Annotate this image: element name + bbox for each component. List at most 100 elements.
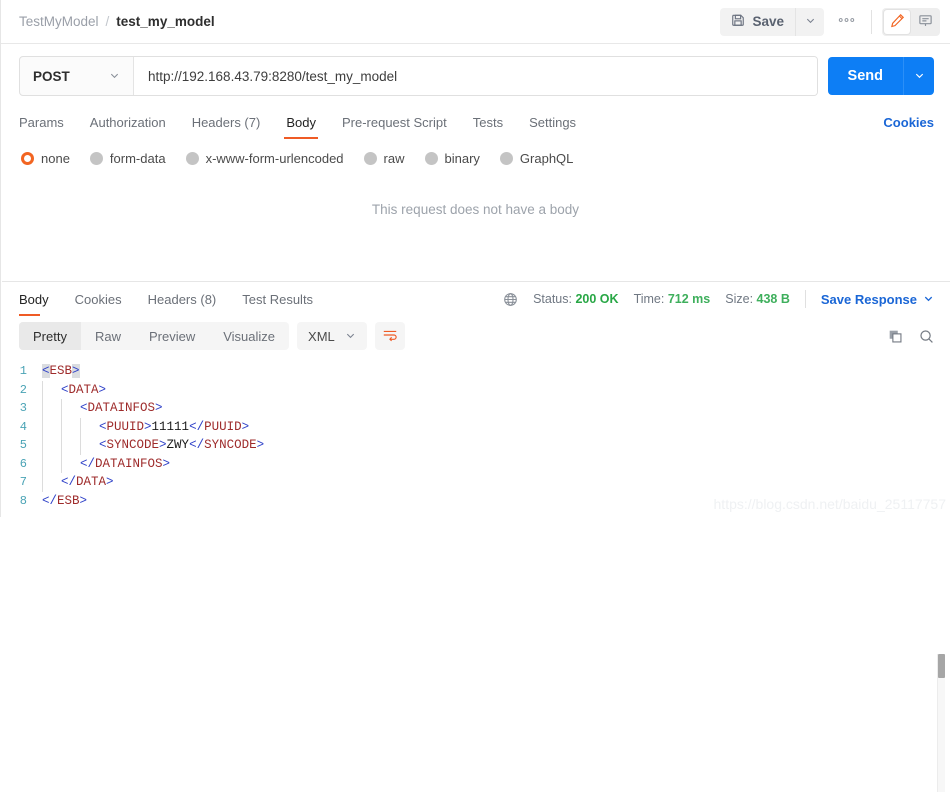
time-label: Time: bbox=[633, 292, 665, 306]
code-line: 6 </DATAINFOS> bbox=[2, 454, 950, 474]
method-label: POST bbox=[33, 68, 70, 84]
breadcrumb-separator: / bbox=[105, 14, 110, 29]
meta-divider bbox=[804, 290, 806, 308]
body-type-options: none form-data x-www-form-urlencoded raw… bbox=[1, 139, 950, 176]
response-tab-cookies[interactable]: Cookies bbox=[62, 283, 135, 316]
indent-guide bbox=[42, 454, 52, 473]
view-raw[interactable]: Raw bbox=[81, 322, 135, 350]
code-token: DATAINFOS bbox=[87, 401, 156, 415]
postman-window: TestMyModel / test_my_model Save POST ht… bbox=[0, 0, 950, 792]
globe-icon[interactable] bbox=[503, 292, 518, 307]
code-token: > bbox=[256, 438, 265, 452]
tab-tests[interactable]: Tests bbox=[460, 106, 516, 139]
response-tabs-row: Body Cookies Headers (8) Test Results St… bbox=[2, 282, 950, 316]
body-type-form-data[interactable]: form-data bbox=[89, 151, 166, 166]
breadcrumb-request-name[interactable]: test_my_model bbox=[116, 14, 214, 29]
code-line: 3 <DATAINFOS> bbox=[2, 399, 950, 418]
radio-icon bbox=[499, 152, 513, 165]
view-mode-segment: Pretty Raw Preview Visualize bbox=[19, 322, 290, 350]
body-type-none[interactable]: none bbox=[21, 151, 70, 166]
url-input[interactable]: http://192.168.43.79:8280/test_my_model bbox=[134, 57, 817, 95]
scrollbar-thumb[interactable] bbox=[938, 654, 945, 678]
code-line: 4 <PUUID>11111</PUUID> bbox=[2, 417, 950, 437]
url-input-group: POST http://192.168.43.79:8280/test_my_m… bbox=[19, 56, 818, 96]
tab-headers[interactable]: Headers (7) bbox=[179, 106, 274, 139]
tab-authorization[interactable]: Authorization bbox=[77, 106, 179, 139]
body-type-graphql[interactable]: GraphQL bbox=[499, 151, 573, 166]
response-body-actions bbox=[888, 329, 934, 344]
edit-mode-button[interactable] bbox=[884, 9, 910, 34]
body-type-urlencoded[interactable]: x-www-form-urlencoded bbox=[185, 151, 344, 166]
code-token: < bbox=[80, 401, 88, 415]
empty-body-message: This request does not have a body bbox=[371, 202, 580, 217]
code-token: > bbox=[159, 438, 167, 452]
body-type-label: none bbox=[41, 151, 70, 166]
body-type-label: raw bbox=[383, 151, 405, 166]
save-button-label: Save bbox=[752, 14, 784, 29]
view-pretty[interactable]: Pretty bbox=[19, 322, 81, 350]
indent-guide bbox=[80, 417, 90, 436]
body-type-raw[interactable]: raw bbox=[363, 151, 405, 166]
tab-body[interactable]: Body bbox=[273, 106, 329, 139]
code-line-text: <ESB> bbox=[40, 362, 80, 381]
toolbar-divider bbox=[871, 9, 872, 34]
send-dropdown-button[interactable] bbox=[903, 57, 934, 95]
response-body-code[interactable]: 1 <ESB> 2 <DATA> 3 <DATAINFOS> 4 <PUUID>11111</… bbox=[2, 356, 950, 512]
code-line: 1 <ESB> bbox=[2, 362, 950, 381]
title-bar-actions: Save bbox=[720, 7, 940, 36]
code-line-text: <DATA> bbox=[40, 380, 106, 399]
breadcrumb-collection[interactable]: TestMyModel bbox=[19, 14, 99, 29]
code-line-text: </DATA> bbox=[40, 473, 114, 492]
body-type-binary[interactable]: binary bbox=[424, 151, 480, 166]
copy-icon[interactable] bbox=[888, 329, 903, 344]
save-dropdown-button[interactable] bbox=[795, 7, 824, 36]
send-button[interactable]: Send bbox=[828, 57, 903, 95]
time-badge[interactable]: Time: 712 ms bbox=[634, 292, 711, 306]
more-actions-button[interactable] bbox=[838, 12, 855, 31]
code-token: > bbox=[144, 419, 152, 434]
response-tab-test-results[interactable]: Test Results bbox=[229, 283, 326, 316]
cookies-link[interactable]: Cookies bbox=[883, 115, 934, 130]
tab-params[interactable]: Params bbox=[19, 106, 77, 139]
indent-guide bbox=[61, 417, 71, 436]
chevron-down-icon bbox=[914, 69, 925, 84]
code-token: < bbox=[99, 419, 107, 434]
radio-icon bbox=[424, 152, 438, 165]
request-tabs: Params Authorization Headers (7) Body Pr… bbox=[1, 106, 950, 139]
code-token: > bbox=[155, 401, 163, 415]
url-bar: POST http://192.168.43.79:8280/test_my_m… bbox=[1, 44, 950, 106]
method-select[interactable]: POST bbox=[20, 57, 134, 95]
response-tab-body[interactable]: Body bbox=[19, 283, 62, 316]
code-line-text: </DATAINFOS> bbox=[40, 454, 170, 474]
word-wrap-button[interactable] bbox=[374, 322, 405, 350]
status-badge[interactable]: Status: 200 OK bbox=[533, 292, 619, 306]
code-token: DATA bbox=[76, 475, 107, 489]
view-visualize[interactable]: Visualize bbox=[209, 322, 289, 350]
response-meta: Status: 200 OK Time: 712 ms Size: 438 B … bbox=[503, 290, 934, 308]
line-number: 6 bbox=[19, 456, 27, 471]
line-number: 4 bbox=[19, 419, 27, 434]
save-response-button[interactable]: Save Response bbox=[821, 292, 934, 307]
size-badge[interactable]: Size: 438 B bbox=[725, 292, 790, 306]
language-select[interactable]: XML bbox=[297, 322, 367, 350]
send-button-group: Send bbox=[827, 57, 934, 95]
response-pane: Body Cookies Headers (8) Test Results St… bbox=[2, 282, 950, 792]
save-button[interactable]: Save bbox=[720, 8, 795, 36]
view-mode-toggle bbox=[882, 7, 940, 36]
tab-settings[interactable]: Settings bbox=[516, 106, 589, 139]
response-tab-headers[interactable]: Headers (8) bbox=[135, 283, 230, 316]
tab-pre-request-script[interactable]: Pre-request Script bbox=[329, 106, 460, 139]
search-icon[interactable] bbox=[919, 329, 934, 344]
chevron-down-icon bbox=[923, 292, 934, 307]
comment-button[interactable] bbox=[912, 10, 938, 34]
response-scrollbar[interactable] bbox=[937, 654, 945, 792]
code-token: ZWY bbox=[166, 438, 190, 452]
code-token: > bbox=[72, 364, 80, 378]
view-preview[interactable]: Preview bbox=[135, 322, 209, 350]
